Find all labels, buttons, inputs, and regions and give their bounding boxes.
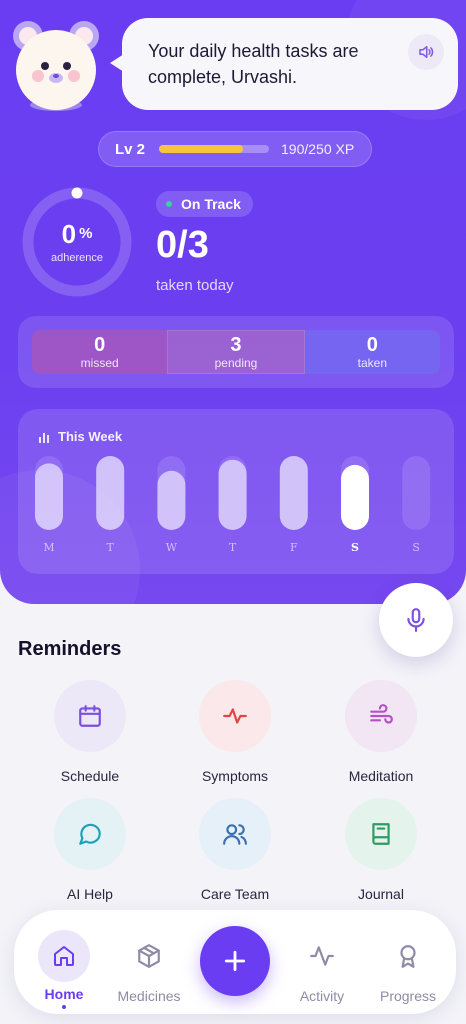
reminder-meditation[interactable]: Meditation — [316, 680, 446, 784]
stat-pending-label: pending — [214, 356, 258, 370]
status-dot-icon — [166, 201, 172, 207]
stat-missed-value: 0 — [94, 334, 106, 356]
level-label: Lv 2 — [115, 140, 146, 158]
reminder-ai-help-label: AI Help — [67, 886, 113, 902]
week-bar-2 — [157, 470, 186, 530]
xp-progress-bar — [159, 145, 269, 153]
bar-chart-icon — [38, 431, 50, 443]
stat-missed: 0 missed — [32, 330, 168, 374]
nav-home-label: Home — [44, 986, 84, 1002]
nav-medicines-label: Medicines — [117, 988, 181, 1004]
status-text: On Track — [181, 196, 241, 212]
week-bar-1 — [96, 456, 125, 530]
microphone-icon — [407, 608, 425, 632]
week-day-label: S — [412, 541, 420, 554]
wind-icon — [370, 704, 393, 724]
pulse-icon — [223, 708, 247, 724]
week-bar-track — [402, 456, 431, 530]
activity-icon — [310, 946, 334, 966]
week-day-label: T — [107, 541, 115, 554]
plus-icon — [224, 950, 246, 972]
calendar-icon — [79, 705, 101, 727]
week-day-label: T — [229, 541, 237, 554]
week-day-label: F — [290, 541, 298, 554]
week-day-label: S — [351, 541, 359, 554]
reminder-ai-help[interactable]: AI Help — [25, 798, 155, 902]
week-bar-5 — [341, 464, 369, 530]
stat-pending-value: 3 — [230, 334, 242, 356]
mascot-bear-icon — [13, 21, 99, 111]
adherence-label: adherence — [51, 252, 103, 264]
adherence-value: 0 — [61, 219, 77, 249]
header-panel: Your daily health tasks are complete, Ur… — [0, 0, 466, 604]
reminder-care-team[interactable]: Care Team — [170, 798, 300, 902]
nav-activity-label: Activity — [299, 988, 345, 1004]
box-icon — [138, 944, 160, 968]
users-icon — [223, 824, 247, 845]
bottom-nav: Home Medicines Activity Progress — [14, 910, 456, 1014]
reminder-schedule[interactable]: Schedule — [25, 680, 155, 784]
stats-panel: 0 missed 3 pending 0 taken — [18, 316, 454, 388]
add-button[interactable] — [200, 926, 270, 996]
nav-progress[interactable]: Progress — [368, 930, 448, 1004]
adherence-unit: % — [79, 225, 93, 242]
week-chart-card: M T W T F S S This Week — [18, 409, 454, 574]
week-bar-0 — [35, 463, 63, 530]
nav-activity[interactable]: Activity — [282, 930, 362, 1004]
reminder-symptoms-label: Symptoms — [201, 768, 269, 784]
nav-progress-label: Progress — [379, 988, 437, 1004]
nav-medicines[interactable]: Medicines — [109, 930, 189, 1004]
award-icon — [400, 945, 416, 968]
home-icon — [54, 946, 74, 966]
reminder-meditation-label: Meditation — [348, 768, 414, 784]
book-icon — [372, 823, 390, 845]
adherence-ring: 0% adherence — [22, 187, 132, 297]
reminder-symptoms[interactable]: Symptoms — [170, 680, 300, 784]
stat-pending: 3 pending — [167, 330, 305, 374]
xp-text: 190/250 XP — [281, 141, 355, 157]
stat-taken: 0 taken — [304, 330, 440, 374]
reminder-journal[interactable]: Journal — [316, 798, 446, 902]
assistant-speech-bubble: Your daily health tasks are complete, Ur… — [122, 18, 458, 110]
reminder-care-team-label: Care Team — [200, 886, 270, 902]
week-day-label: W — [166, 541, 178, 554]
stat-missed-label: missed — [80, 356, 119, 370]
week-title: This Week — [38, 429, 122, 444]
week-bar-4 — [279, 456, 308, 530]
week-bar-3 — [218, 459, 247, 530]
chat-icon — [79, 823, 101, 845]
status-badge: On Track — [156, 191, 253, 217]
speaker-icon — [419, 46, 434, 58]
stat-taken-label: taken — [357, 356, 387, 370]
week-day-label: M — [43, 541, 54, 554]
level-pill: Lv 2 190/250 XP — [98, 131, 372, 167]
xp-progress-fill — [159, 145, 243, 153]
reminder-schedule-label: Schedule — [60, 768, 120, 784]
taken-count: 0/3 — [156, 224, 209, 266]
stat-taken-value: 0 — [366, 334, 378, 356]
assistant-message: Your daily health tasks are complete, Ur… — [148, 41, 359, 87]
voice-input-button[interactable] — [379, 583, 453, 657]
speaker-button[interactable] — [408, 34, 444, 70]
reminders-title: Reminders — [18, 638, 122, 660]
reminder-journal-label: Journal — [358, 886, 404, 902]
taken-caption: taken today — [156, 277, 234, 294]
week-title-text: This Week — [58, 429, 123, 444]
nav-home[interactable]: Home — [24, 930, 104, 1009]
active-indicator-dot — [62, 1005, 66, 1009]
